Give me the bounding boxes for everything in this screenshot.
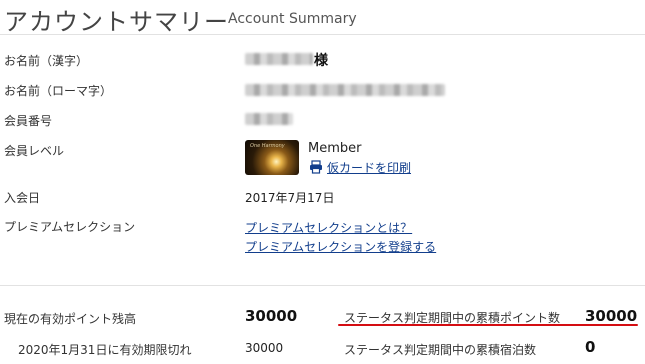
name-kanji-redacted bbox=[245, 53, 313, 65]
status-points-value: 30000 bbox=[585, 307, 638, 325]
highlight-underline bbox=[338, 324, 638, 326]
page-subtitle: Account Summary bbox=[228, 11, 357, 27]
status-nights-value: 0 bbox=[585, 338, 596, 356]
premium-selection-about-link[interactable]: プレミアムセレクションとは？ bbox=[245, 219, 412, 236]
points-balance-value: 30000 bbox=[245, 307, 298, 325]
member-card-logo: One Harmony bbox=[250, 143, 285, 149]
status-nights-label: ステータス判定期間中の累積宿泊数 bbox=[344, 343, 537, 357]
printer-icon[interactable] bbox=[309, 160, 323, 174]
join-date-value: 2017年7月17日 bbox=[245, 191, 335, 205]
member-level-label: 会員レベル bbox=[4, 144, 65, 158]
premium-selection-register-link[interactable]: プレミアムセレクションを登録する bbox=[245, 238, 436, 255]
name-suffix: 様 bbox=[314, 53, 328, 69]
member-card-image: One Harmony bbox=[245, 140, 299, 175]
member-number-label: 会員番号 bbox=[4, 114, 53, 128]
member-number-redacted bbox=[245, 113, 293, 125]
page-title: アカウントサマリー bbox=[4, 8, 229, 36]
join-date-label: 入会日 bbox=[4, 191, 41, 205]
points-expiry-label: 2020年1月31日に有効期限切れ bbox=[18, 343, 192, 357]
section-divider bbox=[0, 285, 645, 286]
name-roman-label: お名前（ローマ字） bbox=[4, 84, 113, 98]
name-roman-redacted bbox=[245, 84, 445, 96]
name-kanji-label: お名前（漢字） bbox=[4, 54, 89, 68]
premium-selection-label: プレミアムセレクション bbox=[4, 220, 136, 234]
points-balance-label: 現在の有効ポイント残高 bbox=[4, 312, 137, 326]
divider bbox=[0, 34, 645, 35]
print-card-link[interactable]: 仮カードを印刷 bbox=[327, 159, 411, 176]
member-level-value: Member bbox=[308, 141, 362, 156]
points-expiry-value: 30000 bbox=[245, 341, 284, 355]
